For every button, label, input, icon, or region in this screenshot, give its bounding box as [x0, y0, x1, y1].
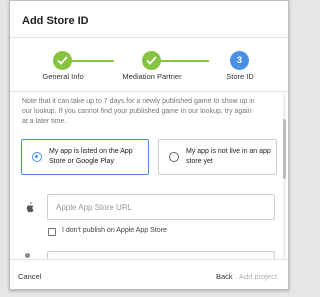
step-1-check-icon: [53, 51, 72, 70]
add-project-button[interactable]: Add project: [239, 272, 277, 281]
stepper: 3 General Info Mediation Partner Store I…: [10, 38, 288, 91]
scrollbar-thumb[interactable]: [283, 119, 286, 179]
apple-store-url-input[interactable]: [47, 194, 275, 220]
radio-selected-icon[interactable]: [32, 152, 42, 162]
step-2-check-icon: [142, 51, 161, 70]
option-listed-in-store[interactable]: My app is listed on the App Store or Goo…: [21, 139, 149, 175]
option-not-live[interactable]: My app is not live in an app store yet: [158, 139, 277, 175]
lookup-note: Note that it can take up to 7 days for a…: [22, 98, 255, 125]
cancel-button[interactable]: Cancel: [18, 272, 41, 281]
radio-unselected-icon[interactable]: [169, 152, 179, 162]
step-connector-2: [161, 60, 209, 62]
step-label-mediation-partner: Mediation Partner: [122, 72, 182, 81]
add-store-id-dialog: Add Store ID 3 General Info Mediation Pa…: [9, 0, 289, 290]
apple-icon: [26, 202, 34, 213]
stepper-divider: [10, 91, 288, 92]
option-not-live-label: My app is not live in an app store yet: [186, 148, 271, 165]
step-label-general-info: General Info: [42, 72, 84, 81]
step-label-store-id: Store ID: [226, 72, 254, 81]
no-apple-store-label: I don't publish on Apple App Store: [62, 227, 167, 234]
back-button[interactable]: Back: [216, 272, 233, 281]
option-listed-label: My app is listed on the App Store or Goo…: [49, 148, 133, 165]
step-connector-1: [72, 60, 114, 62]
dialog-footer: Cancel Back Add project: [10, 259, 288, 289]
dialog-title: Add Store ID: [22, 15, 89, 27]
step-3-number: 3: [230, 51, 249, 70]
no-apple-store-checkbox[interactable]: [48, 228, 56, 236]
store-icon: [25, 253, 30, 258]
